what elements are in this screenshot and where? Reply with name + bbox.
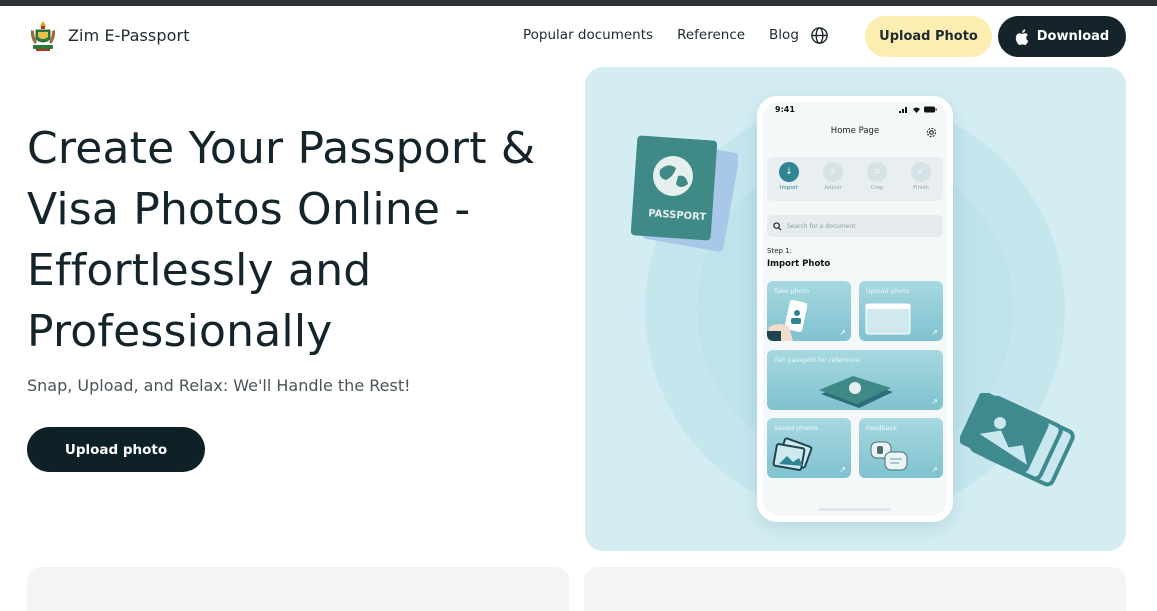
step-label: Finish (913, 185, 929, 191)
step-label: Import (779, 185, 799, 191)
step-label: Crop (870, 185, 884, 191)
step-adjust[interactable]: ✧ Adjust (823, 162, 843, 201)
adjust-icon: ✧ (823, 162, 843, 182)
step-number: Step 1: (767, 247, 792, 255)
gear-icon[interactable] (926, 127, 937, 138)
arrow-up-right-icon: ↗ (839, 465, 846, 474)
hand-phone-icon (767, 300, 808, 341)
chat-bubbles-icon (870, 441, 908, 471)
nav-reference[interactable]: Reference (677, 27, 745, 43)
signal-icon (899, 107, 907, 113)
arrow-down-icon: ↓ (779, 162, 799, 182)
check-icon: ✓ (911, 162, 931, 182)
apple-icon (1015, 28, 1028, 45)
card-label: Feedback (866, 424, 897, 432)
card-label: Get passport for reference (774, 356, 860, 364)
status-icons (899, 106, 937, 113)
status-time: 9:41 (775, 105, 795, 114)
take-photo-card[interactable]: Take photo ↗ (767, 281, 851, 341)
search-icon (773, 221, 782, 231)
upload-window-icon (865, 303, 911, 335)
download-button[interactable]: Download (998, 16, 1126, 57)
step-title: Import Photo (767, 259, 831, 269)
card-label: Take photo (774, 287, 810, 295)
wifi-icon (913, 107, 920, 113)
feature-card-right (584, 567, 1126, 611)
upload-photo-card[interactable]: Upload photo ↗ (859, 281, 943, 341)
arrow-up-right-icon: ↗ (931, 397, 938, 406)
reference-passport-card[interactable]: Get passport for reference ↗ (767, 350, 943, 410)
photos-icon (772, 437, 813, 471)
saved-photos-card[interactable]: Saved photos ↗ (767, 418, 851, 478)
arrow-up-right-icon: ↗ (839, 328, 846, 337)
arrow-up-right-icon: ↗ (931, 465, 938, 474)
nav-popular-documents[interactable]: Popular documents (523, 27, 653, 43)
gallery-stack-illustration-icon (960, 393, 1075, 487)
zimbabwe-coat-of-arms-icon (30, 21, 56, 51)
feedback-card[interactable]: Feedback ↗ (859, 418, 943, 478)
main-nav: Popular documents Reference Blog (523, 27, 823, 43)
crop-icon: ⌗ (867, 162, 887, 182)
search-placeholder: Search for a document (787, 222, 856, 230)
site-header: Zim E-Passport Popular documents Referen… (0, 6, 1157, 66)
card-label: Upload photo (866, 287, 910, 295)
upload-photo-button[interactable]: Upload Photo (865, 16, 992, 57)
document-search-input[interactable]: Search for a document (767, 215, 943, 237)
step-finish[interactable]: ✓ Finish (911, 162, 931, 201)
passport-stack-icon (819, 376, 893, 408)
home-indicator (819, 508, 891, 511)
hero-subtitle: Snap, Upload, and Relax: We'll Handle th… (27, 376, 411, 395)
progress-steps: ↓ Import ✧ Adjust ⌗ Crop ✓ Finish (767, 157, 943, 201)
passport-illustration-icon: PASSPORT (630, 135, 738, 252)
phone-screen: 9:41 Home Page ↓ Import ✧ Adjust ⌗ Crop (763, 102, 947, 516)
hero-upload-photo-button[interactable]: Upload photo (27, 427, 205, 472)
nav-blog[interactable]: Blog (769, 27, 799, 43)
phone-mockup: 9:41 Home Page ↓ Import ✧ Adjust ⌗ Crop (757, 96, 953, 522)
arrow-up-right-icon: ↗ (931, 328, 938, 337)
card-label: Saved photos (774, 424, 819, 432)
brand-logo-link[interactable]: Zim E-Passport (27, 18, 190, 52)
download-label: Download (1036, 29, 1110, 44)
step-crop[interactable]: ⌗ Crop (867, 162, 887, 201)
step-import[interactable]: ↓ Import (779, 162, 799, 201)
battery-icon (924, 106, 937, 113)
feature-card-left (27, 567, 569, 611)
globe-icon[interactable] (810, 26, 829, 45)
hero-title: Create Your Passport & Visa Photos Onlin… (27, 123, 536, 357)
phone-page-title: Home Page (830, 126, 880, 136)
step-label: Adjust (824, 185, 842, 191)
brand-name: Zim E-Passport (68, 25, 190, 45)
